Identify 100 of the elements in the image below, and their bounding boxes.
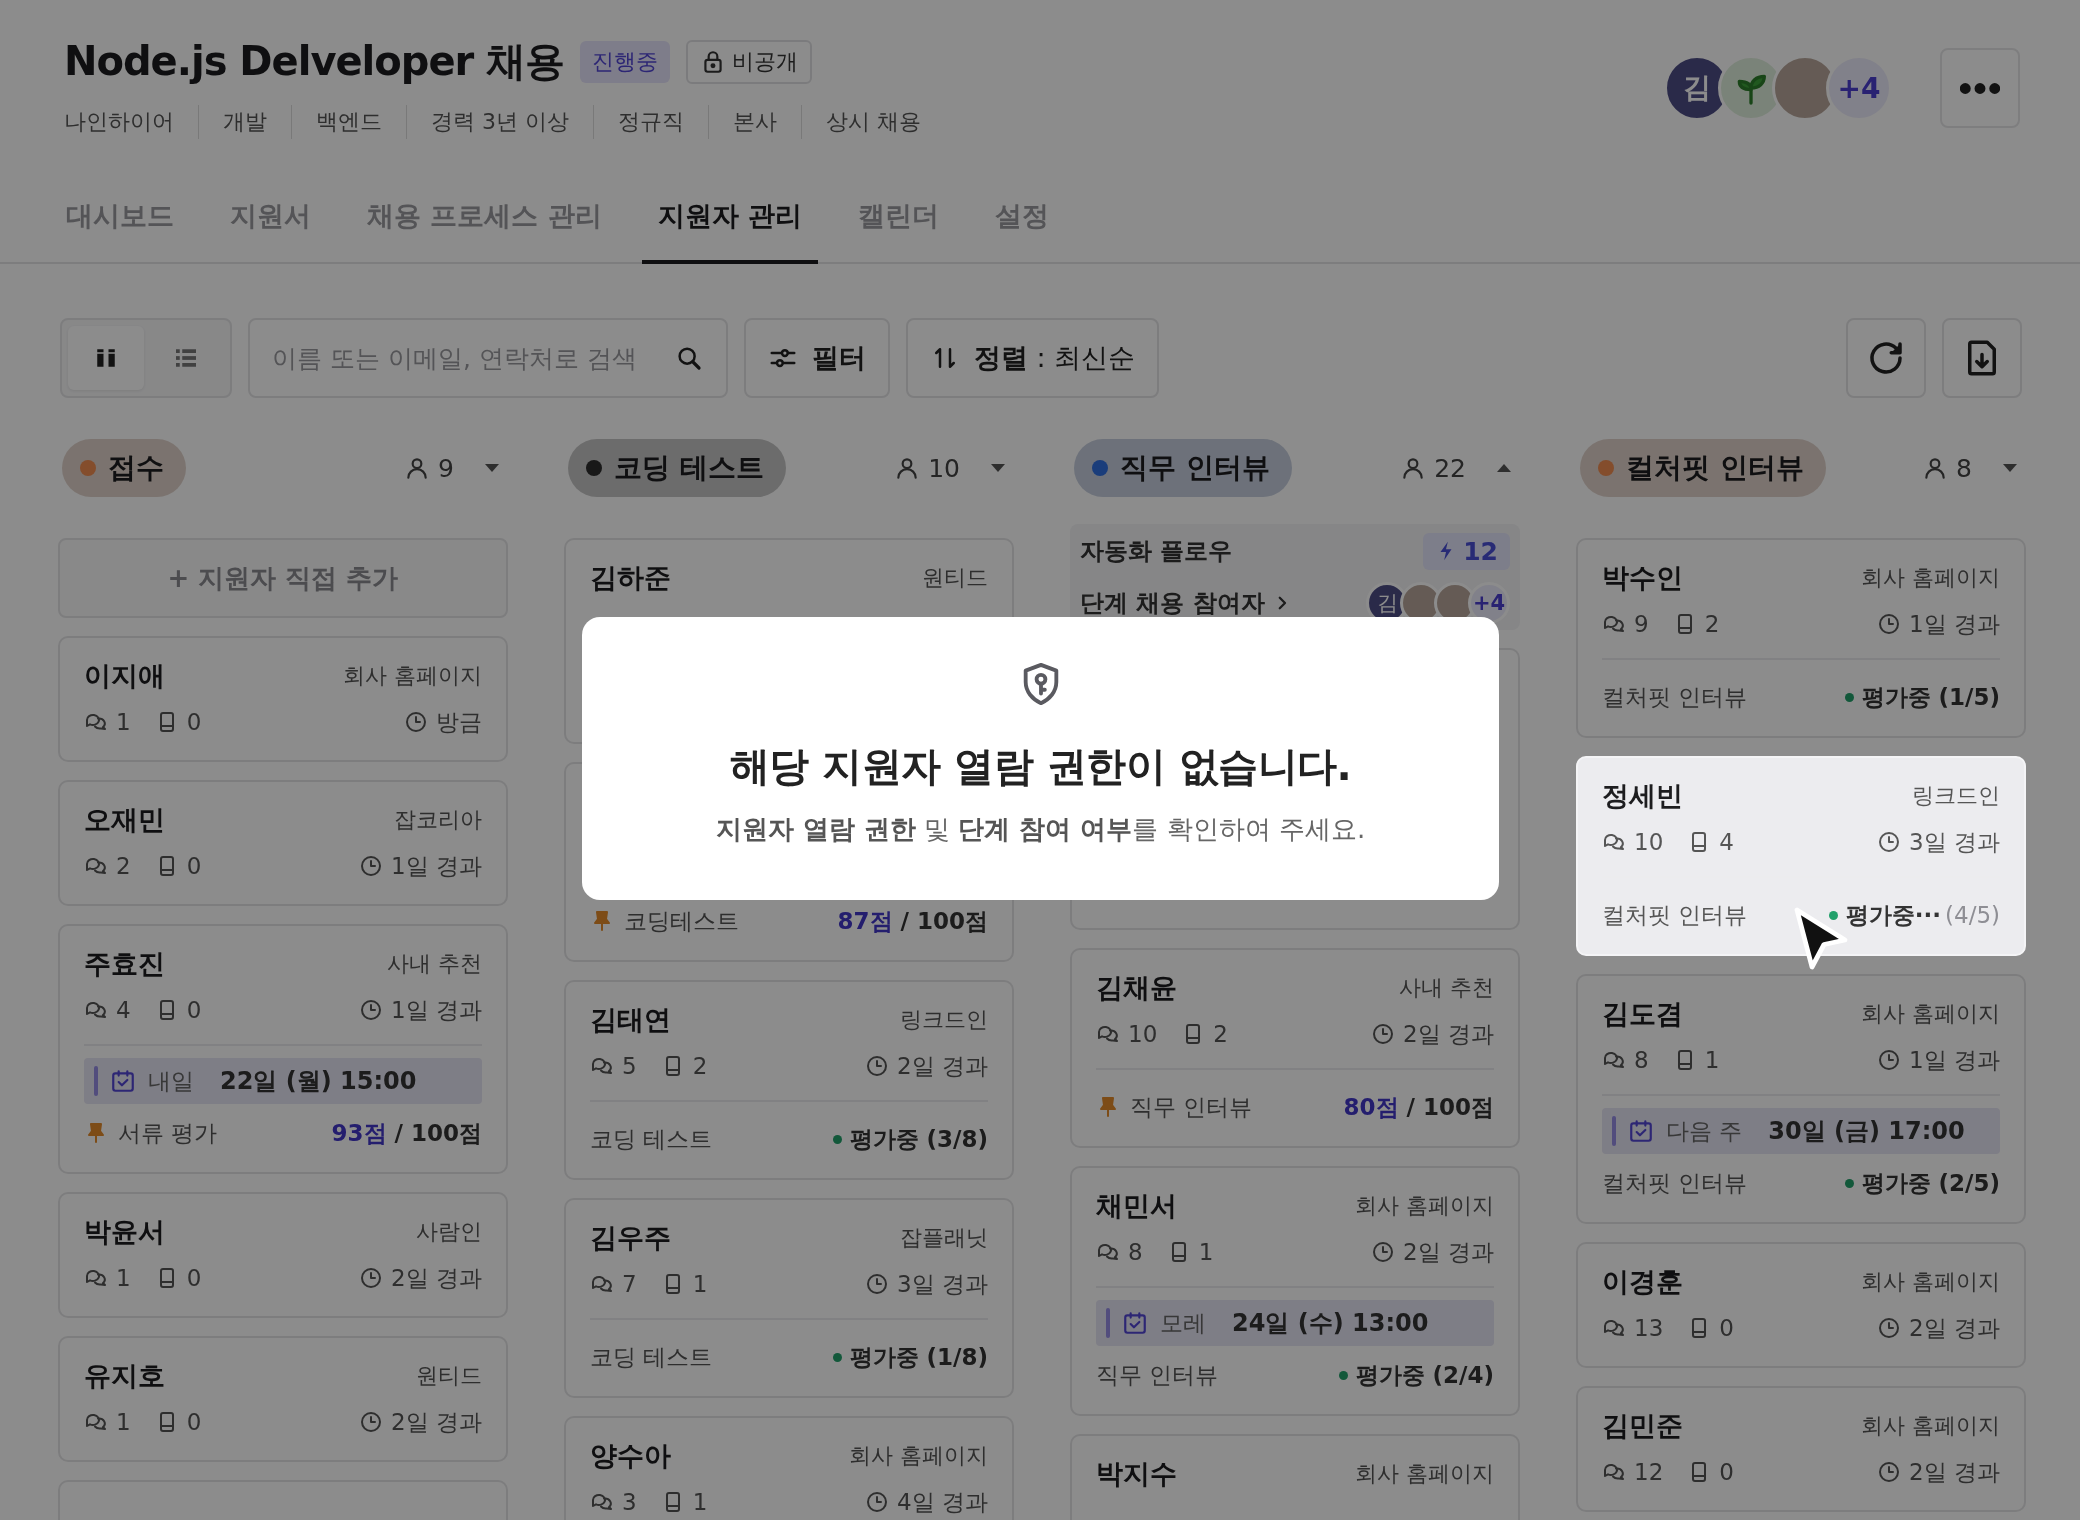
comment-count: 9 <box>1634 611 1649 637</box>
memo-count: 1 <box>692 1489 708 1515</box>
comment-count: 1 <box>116 1409 131 1435</box>
source-label: 회사 홈페이지 <box>1861 564 2000 592</box>
applicant-card[interactable]: 박윤서 사람인 1 0 2일 경과 <box>58 1192 508 1318</box>
schedule-day: 내일 <box>148 1065 194 1097</box>
applicant-name: 김도겸 <box>1602 997 1683 1031</box>
elapsed-time: 2일 경과 <box>1403 1237 1494 1267</box>
applicant-name: 양수아 <box>590 1439 671 1473</box>
schedule-time: 30일 (금) 17:00 <box>1768 1116 1965 1147</box>
applicant-name: 정세빈 <box>1602 779 1683 813</box>
applicant-card[interactable]: 김채윤 사내 추천 10 2 2일 경과 직무 인터뷰 80점 / 100점 <box>1070 948 1520 1148</box>
clock-icon <box>1877 1048 1902 1072</box>
memo-count: 4 <box>1719 829 1734 855</box>
applicant-card[interactable]: 김태연 링크드인 5 2 2일 경과 코딩 테스트 평가중 (3/8) <box>564 980 1014 1180</box>
memo-count: 0 <box>186 709 202 735</box>
applicant-card[interactable]: 김민준 회사 홈페이지 12 0 2일 경과 <box>1576 1386 2026 1512</box>
applicant-name: 김우주 <box>590 1221 671 1255</box>
calendar-check-icon <box>110 1068 136 1094</box>
download-button[interactable] <box>1942 318 2022 398</box>
applicant-card[interactable]: 이지애 회사 홈페이지 1 0 방금 <box>58 636 508 762</box>
memo-count: 0 <box>186 1265 202 1291</box>
applicant-card[interactable]: 유지호 원티드 1 0 2일 경과 <box>58 1336 508 1462</box>
memo-count: 1 <box>692 1271 708 1297</box>
applicant-name: 주효진 <box>84 947 165 981</box>
comment-count: 8 <box>1634 1047 1649 1073</box>
evaluation-count: (4/5) <box>1945 902 2000 928</box>
evaluation-status: 평가중 (3/8) <box>849 1124 988 1154</box>
clock-icon <box>359 1266 384 1290</box>
status-dot <box>1844 1178 1854 1188</box>
applicant-card[interactable]: 이경훈 회사 홈페이지 13 0 2일 경과 <box>1576 1242 2026 1368</box>
automation-count-badge[interactable]: 12 <box>1423 532 1510 570</box>
evaluation-status: 평가중 (2/5) <box>1861 1168 2000 1198</box>
memo-count: 0 <box>1719 1459 1734 1485</box>
elapsed-time: 3일 경과 <box>897 1269 988 1299</box>
memo-count: 2 <box>1704 611 1720 637</box>
stage-name: 컬처핏 인터뷰 <box>1602 900 1748 930</box>
automation-label: 자동화 플로우 <box>1080 536 1233 567</box>
sort-button[interactable]: 정렬 : 최신순 <box>906 318 1160 398</box>
applicant-card[interactable]: 정세빈 링크드인 10 4 3일 경과 컬처핏 인터뷰 평가중··· (4/5) <box>1576 756 2026 956</box>
applicant-name: 채민서 <box>1096 1189 1177 1223</box>
memo-count: 2 <box>1213 1021 1228 1047</box>
view-button[interactable] <box>68 326 144 390</box>
filter-button[interactable]: 필터 <box>744 318 890 398</box>
elapsed-time: 2일 경과 <box>1403 1019 1494 1049</box>
applicant-card[interactable]: 박수인 회사 홈페이지 9 2 1일 경과 컬처핏 인터뷰 평가중 (1/5) <box>1576 538 2026 738</box>
applicant-card[interactable]: 채민서 회사 홈페이지 8 1 2일 경과 모레 24일 (수) 13:00 직무 인터뷰 평가중 (2/4) <box>1070 1166 1520 1416</box>
stage-name: 직무 인터뷰 <box>1130 1092 1253 1122</box>
applicant-count: 22 <box>1434 453 1466 483</box>
applicant-card[interactable]: 김우주 잡플래닛 7 1 3일 경과 코딩 테스트 평가중 (1/8) <box>564 1198 1014 1398</box>
applicant-card[interactable]: 양수아 회사 홈페이지 3 1 4일 경과 <box>564 1416 1014 1520</box>
more-members-count: +4 <box>1826 55 1892 121</box>
applicant-name: 김채윤 <box>1096 971 1177 1005</box>
page-title: Node.js Delveloper 채용 <box>64 37 565 86</box>
schedule-day: 모레 <box>1160 1307 1206 1339</box>
tab[interactable]: 지원자 관리 <box>641 182 819 264</box>
calendar-check-icon <box>1122 1310 1148 1336</box>
clock-icon <box>359 854 384 878</box>
clock-icon <box>1877 612 1902 636</box>
elapsed-time: 1일 경과 <box>1909 1045 2000 1075</box>
elapsed-time: 2일 경과 <box>391 1407 482 1437</box>
applicant-card[interactable]: 오재민 잡코리아 2 0 1일 경과 <box>58 780 508 906</box>
applicant-name: 김태연 <box>590 1003 671 1037</box>
applicant-card[interactable]: 박지수 회사 홈페이지 <box>1070 1434 1520 1520</box>
job-tag: 정규직 <box>618 107 684 137</box>
refresh-button[interactable] <box>1846 318 1926 398</box>
more-icon <box>1960 82 2000 94</box>
clock-icon <box>865 1272 890 1296</box>
applicant-name: 박지수 <box>1096 1457 1177 1491</box>
schedule-day: 다음 주 <box>1666 1115 1743 1147</box>
stage-name: 서류 평가 <box>118 1118 218 1148</box>
applicant-count: 9 <box>438 453 454 483</box>
comment-count: 8 <box>1128 1239 1143 1265</box>
more-button[interactable] <box>1940 48 2020 128</box>
source-label: 잡코리아 <box>394 806 482 834</box>
dialog-title: 해당 지원자 열람 권한이 없습니다. <box>729 742 1352 791</box>
source-label: 원티드 <box>416 1362 482 1390</box>
status-dot <box>1828 910 1838 920</box>
comment-count: 4 <box>116 997 131 1023</box>
memo-count: 2 <box>692 1053 708 1079</box>
applicant-count: 10 <box>928 453 960 483</box>
search-field[interactable]: 이름 또는 이메일, 연락처로 검색 <box>248 318 728 398</box>
applicant-name: 유지호 <box>84 1359 165 1393</box>
clock-icon <box>404 710 428 734</box>
applicant-name: 박수인 <box>1602 561 1683 595</box>
applicant-card[interactable]: 주효진 사내 추천 4 0 1일 경과 내일 22일 (월) 15:00 서류 평가 93점 / 100점 <box>58 924 508 1174</box>
comment-count: 7 <box>622 1271 637 1297</box>
comment-count: 3 <box>622 1489 637 1515</box>
comment-count: 1 <box>116 709 131 735</box>
status-dot <box>1338 1370 1348 1380</box>
schedule-time: 22일 (월) 15:00 <box>220 1066 417 1097</box>
evaluation-status: 평가중 (1/8) <box>849 1342 988 1372</box>
more-participants-count: +4 <box>1468 582 1510 624</box>
applicant-card[interactable]: 김도겸 회사 홈페이지 8 1 1일 경과 다음 주 30일 (금) 17:00 컬처핏 인터뷰 평가중 (2/5) <box>1576 974 2026 1224</box>
job-tag: 경력 3년 이상 <box>431 107 569 137</box>
source-label: 사람인 <box>416 1218 482 1246</box>
participants-link[interactable]: 단계 채용 참여자 <box>1080 587 1291 619</box>
status-badge: 진행중 <box>580 40 671 83</box>
elapsed-time: 2일 경과 <box>1909 1457 2000 1487</box>
stage-name: 직무 인터뷰 <box>1096 1360 1219 1390</box>
